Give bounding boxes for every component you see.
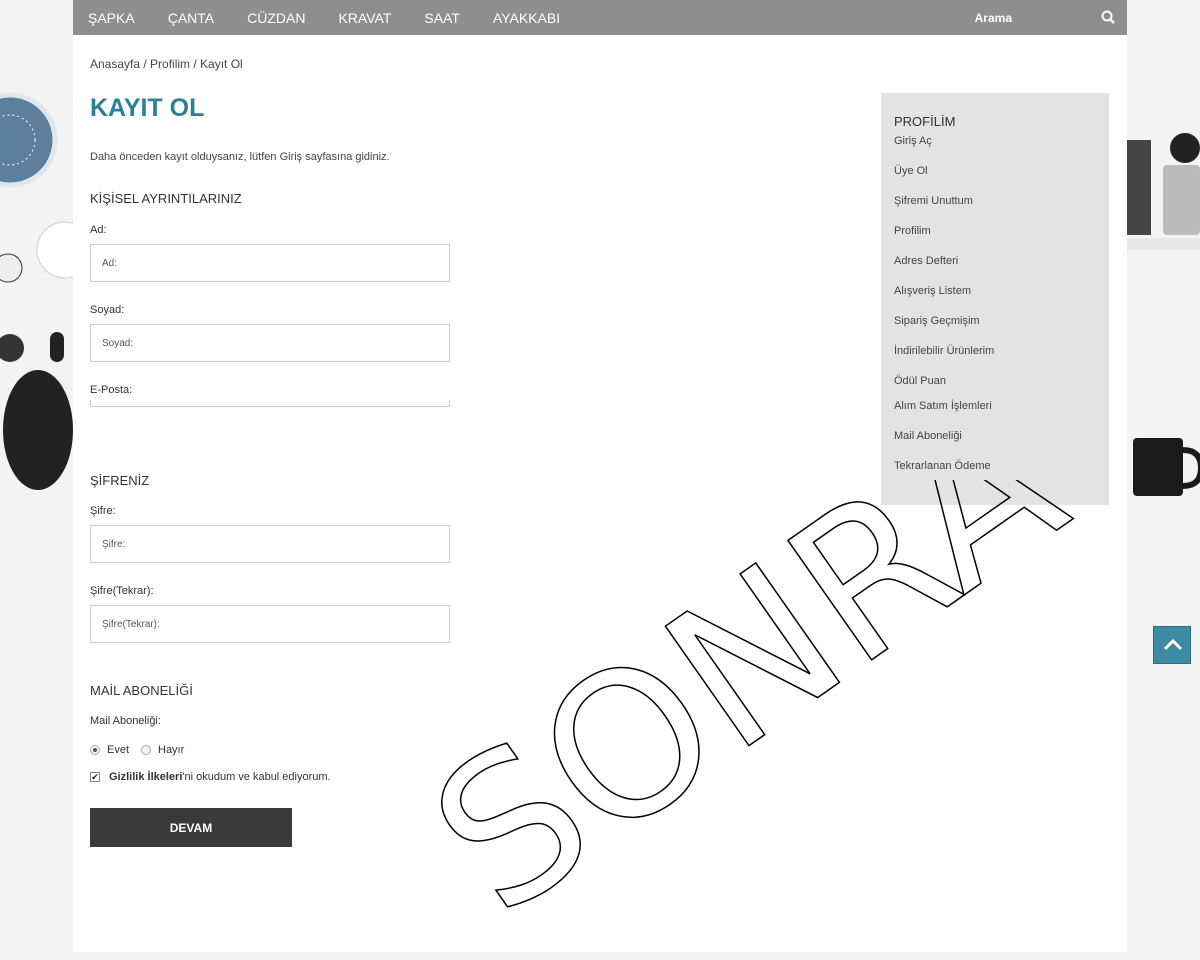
last-name-input[interactable]	[90, 324, 450, 362]
sidebar-item-reward-points[interactable]: Ödül Puan	[894, 375, 1096, 400]
search-input[interactable]: Arama	[975, 11, 1012, 25]
checkmark-icon[interactable]: ✔	[90, 772, 100, 782]
sidebar-item-login[interactable]: Giriş Aç	[894, 135, 1096, 165]
first-name-label: Ad:	[90, 224, 107, 236]
terms-checkbox[interactable]: ✔ Gizlilik İlkeleri'ni okudum ve kabul ed…	[90, 771, 331, 783]
chevron-up-icon	[1163, 638, 1183, 651]
nav-item-kravat[interactable]: KRAVAT	[338, 10, 391, 26]
radio-selected-icon[interactable]	[90, 745, 100, 755]
radio-unselected-icon[interactable]	[141, 745, 151, 755]
terms-text: 'ni okudum ve kabul ediyorum.	[182, 771, 331, 783]
nav-item-saat[interactable]: SAAT	[424, 10, 460, 26]
nav-item-canta[interactable]: ÇANTA	[168, 10, 214, 26]
privacy-link[interactable]: Gizlilik İlkeleri	[109, 771, 182, 783]
email-label: E-Posta:	[90, 384, 133, 396]
sidebar-item-transactions[interactable]: Alım Satım İşlemleri	[894, 400, 1096, 430]
sidebar-item-wishlist[interactable]: Alışveriş Listem	[894, 285, 1096, 315]
password-confirm-label: Şifre(Tekrar):	[90, 585, 154, 597]
decor-plates-image	[0, 92, 73, 490]
radio-hayir-label: Hayır	[158, 744, 185, 756]
sidebar-item-profile[interactable]: Profilim	[894, 225, 1096, 255]
sidebar-item-recurring-payments[interactable]: Tekrarlanan Ödeme	[894, 460, 1096, 490]
search-icon[interactable]	[1101, 10, 1115, 24]
email-input[interactable]	[90, 400, 450, 407]
sidebar-item-register[interactable]: Üye Ol	[894, 165, 1096, 195]
profile-sidebar: PROFİLİM Giriş Aç Üye Ol Şifremi Unuttum…	[881, 93, 1109, 505]
top-nav: ŞAPKA ÇANTA CÜZDAN KRAVAT SAAT AYAKKABI …	[73, 0, 1127, 35]
mail-heading: MAİL ABONELİĞİ	[90, 683, 193, 698]
password-confirm-input[interactable]	[90, 605, 450, 643]
radio-hayir[interactable]: Hayır	[141, 744, 184, 756]
nav-item-cuzdan[interactable]: CÜZDAN	[247, 10, 305, 26]
first-name-input[interactable]	[90, 244, 450, 282]
sidebar-item-forgot-password[interactable]: Şifremi Unuttum	[894, 195, 1096, 225]
submit-button[interactable]: DEVAM	[90, 808, 292, 847]
nav-item-ayakkabi[interactable]: AYAKKABI	[493, 10, 560, 26]
page-title: KAYIT OL	[90, 94, 205, 122]
password-heading: ŞİFRENİZ	[90, 473, 150, 488]
sidebar-item-order-history[interactable]: Sipariş Geçmişim	[894, 315, 1096, 345]
mail-label: Mail Aboneliği:	[90, 715, 161, 727]
breadcrumb: Anasayfa / Profilim / Kayıt Ol	[90, 57, 243, 71]
intro-text: Daha önceden kayıt olduysanız, lütfen Gi…	[90, 151, 390, 163]
sidebar-item-downloads[interactable]: İndirilebilir Ürünlerim	[894, 345, 1096, 375]
radio-evet-label: Evet	[107, 744, 130, 756]
sidebar-item-newsletter[interactable]: Mail Aboneliği	[894, 430, 1096, 460]
password-label: Şifre:	[90, 505, 116, 517]
nav-item-sapka[interactable]: ŞAPKA	[88, 10, 135, 26]
sidebar-title: PROFİLİM	[894, 114, 956, 129]
scroll-to-top-button[interactable]	[1153, 626, 1191, 664]
radio-evet[interactable]: Evet	[90, 744, 129, 756]
decor-mugs-image	[1127, 133, 1200, 496]
page-container: ŞAPKA ÇANTA CÜZDAN KRAVAT SAAT AYAKKABI …	[73, 0, 1127, 952]
personal-heading: KİŞİSEL AYRINTILARINIZ	[90, 191, 242, 206]
password-input[interactable]	[90, 525, 450, 563]
sidebar-item-address-book[interactable]: Adres Defteri	[894, 255, 1096, 285]
last-name-label: Soyad:	[90, 304, 125, 316]
